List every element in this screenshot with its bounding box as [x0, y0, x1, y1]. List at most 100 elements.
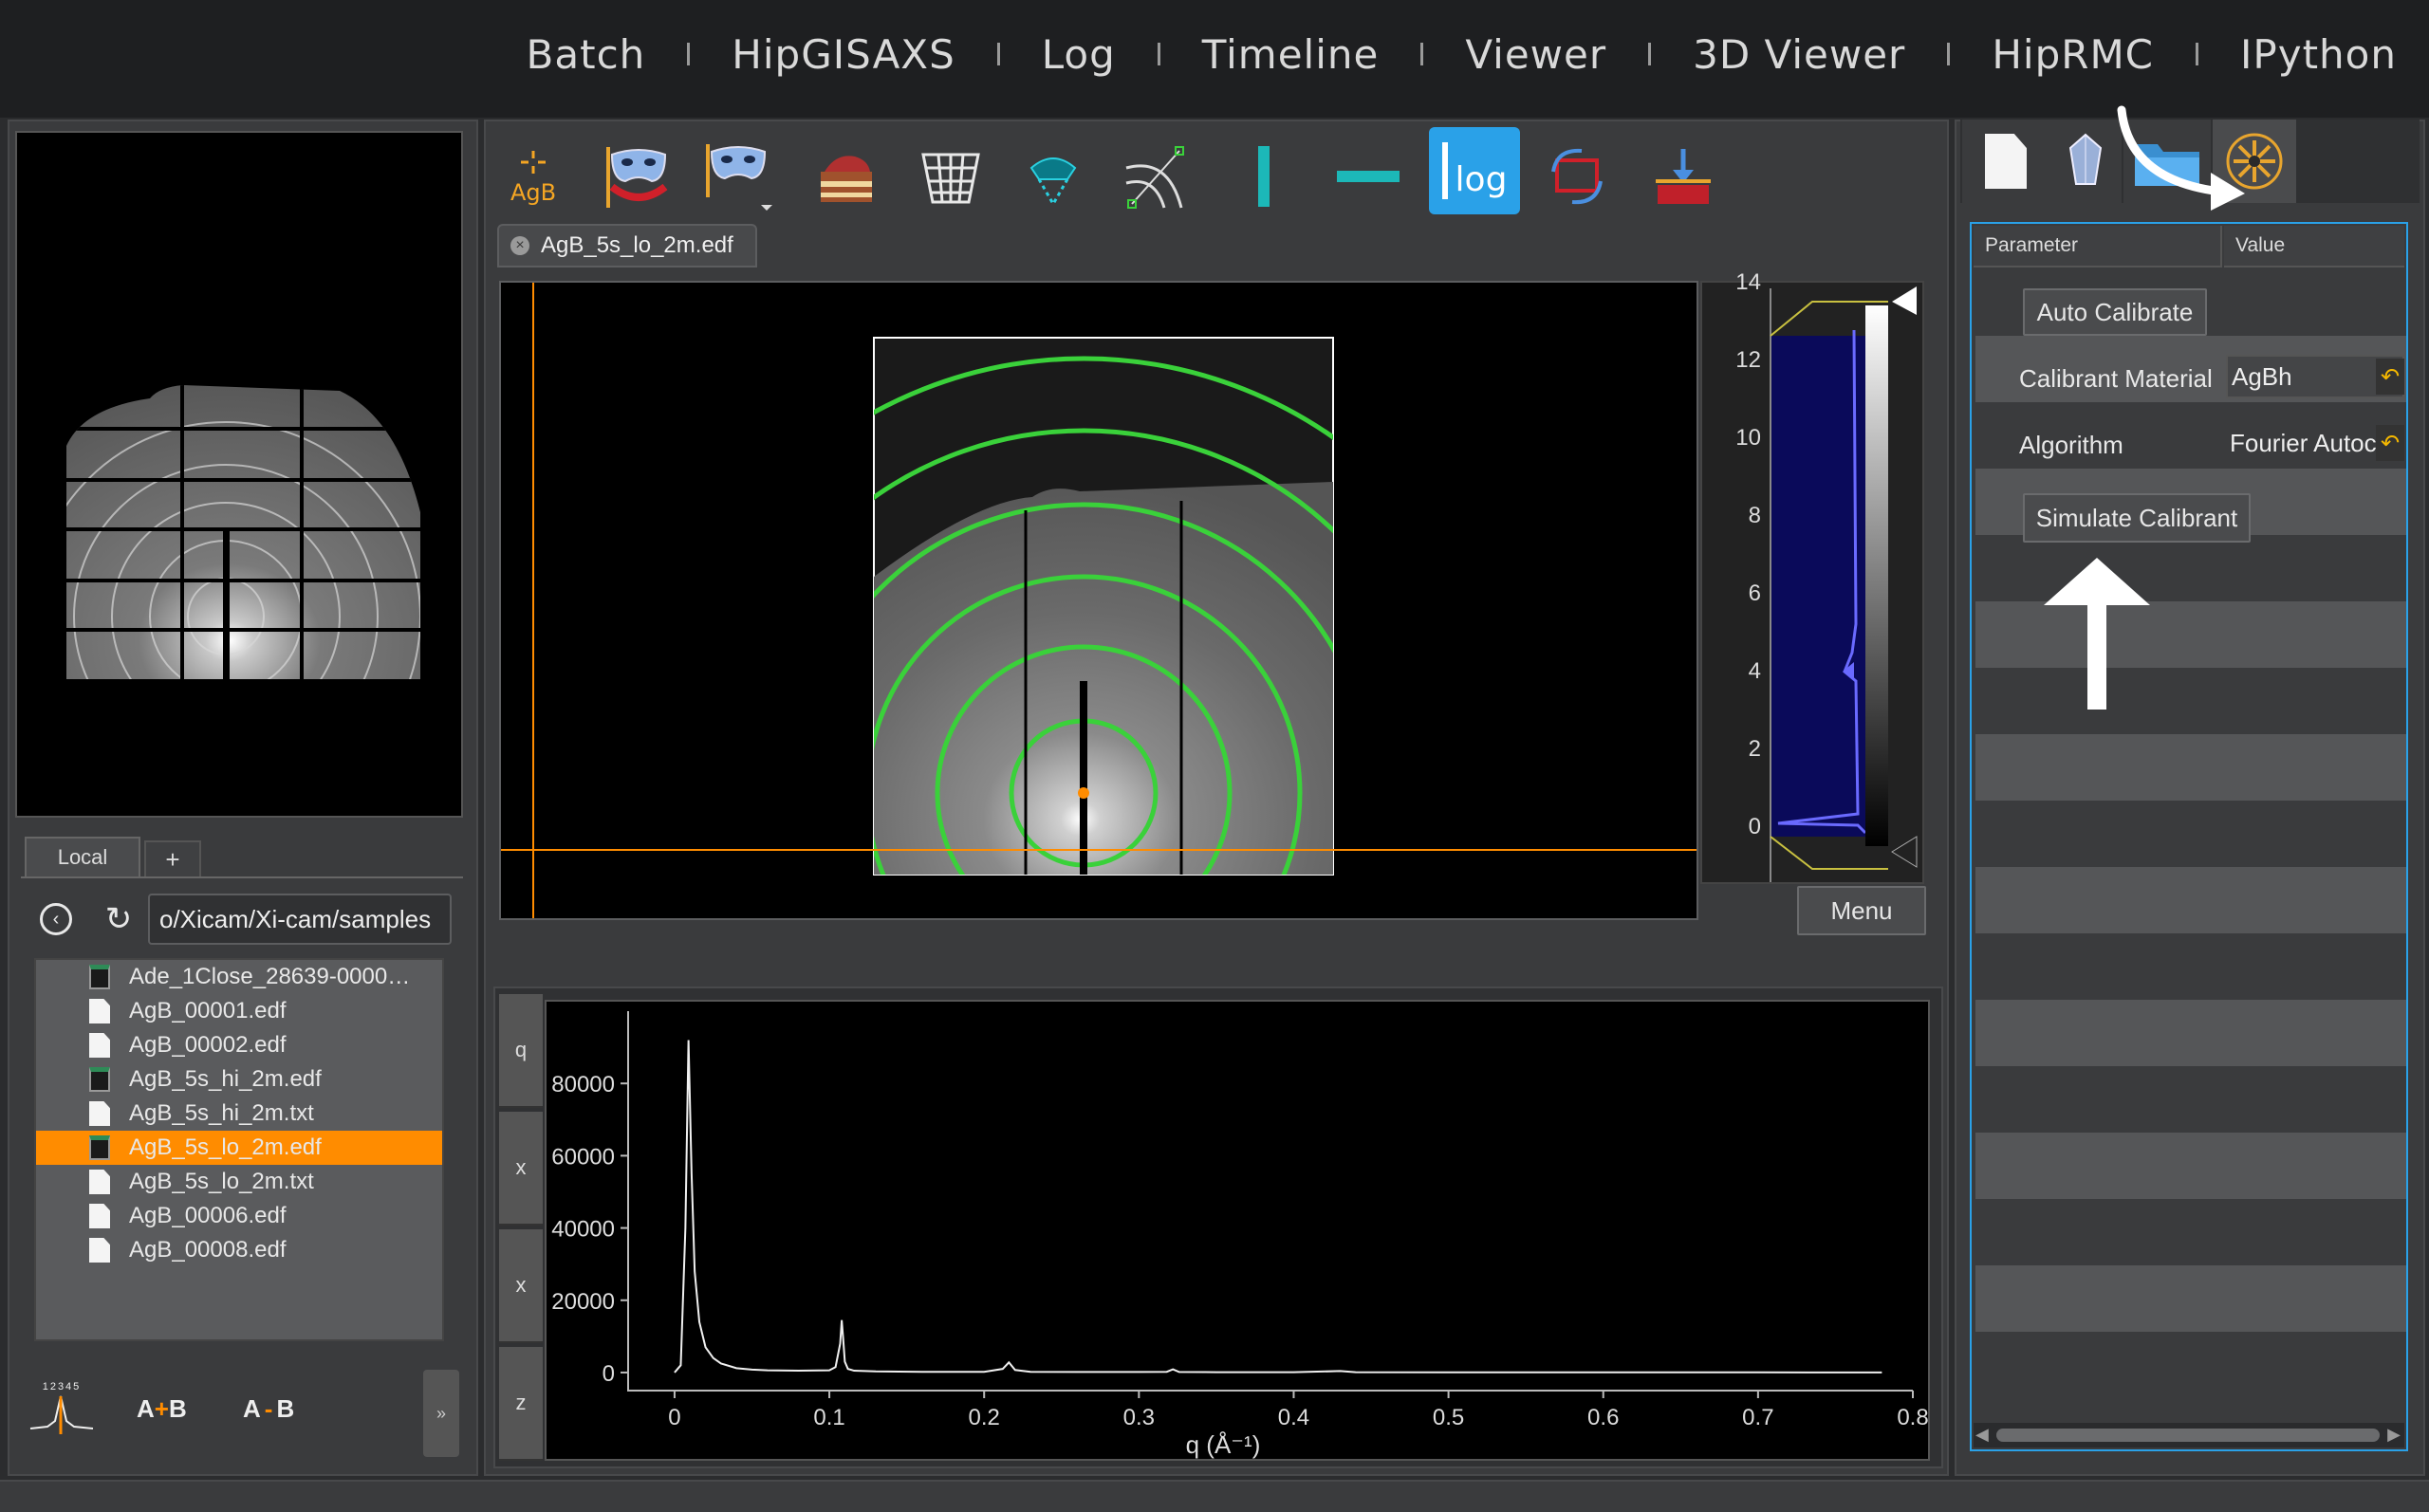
- file-item[interactable]: AgB_00008.edf: [36, 1233, 442, 1267]
- plot-mode-tab[interactable]: q: [499, 994, 543, 1108]
- nav-timeline[interactable]: Timeline: [1202, 31, 1380, 78]
- plot-mode-tab[interactable]: x: [499, 1112, 543, 1226]
- main-image-view[interactable]: [499, 281, 1698, 920]
- file-item[interactable]: AgB_5s_hi_2m.txt: [36, 1097, 442, 1131]
- nav-viewer[interactable]: Viewer: [1465, 31, 1606, 78]
- header-value[interactable]: Value: [2224, 226, 2404, 267]
- document-icon: [89, 999, 110, 1023]
- document-icon: [89, 1033, 110, 1058]
- algorithm-label: Algorithm: [2019, 431, 2123, 459]
- menu-button[interactable]: Menu: [1797, 886, 1926, 935]
- integration-tool-numbers: 12345: [42, 1381, 82, 1392]
- basket-grid-icon: [921, 153, 980, 204]
- tab-file-info[interactable]: [1962, 120, 2049, 203]
- image-file-icon: [89, 1135, 110, 1160]
- horizontal-cut-tool[interactable]: [1325, 133, 1412, 220]
- back-icon[interactable]: ‹: [40, 903, 72, 935]
- file-item[interactable]: AgB_00006.edf: [36, 1199, 442, 1233]
- histogram-tick-label: 10: [1735, 425, 1761, 451]
- export-tool[interactable]: [1640, 133, 1727, 220]
- y-tick-label: 40000: [551, 1217, 615, 1243]
- plot-mode-tab[interactable]: z: [499, 1347, 543, 1461]
- log-scale-toggle[interactable]: log: [1429, 127, 1520, 214]
- tab-local[interactable]: Local: [25, 837, 140, 876]
- file-item[interactable]: AgB_00002.edf: [36, 1028, 442, 1062]
- header-parameter[interactable]: Parameter: [1974, 226, 2222, 267]
- mask-tool[interactable]: [594, 133, 681, 220]
- tab-divider: [21, 876, 463, 878]
- plot-mode-tab[interactable]: x: [499, 1229, 543, 1343]
- integration-tool-icon[interactable]: 12345: [28, 1381, 95, 1440]
- add-images-button[interactable]: A+B: [137, 1394, 187, 1424]
- parameter-row: [1975, 801, 2406, 867]
- histogram-widget[interactable]: 14 12 10 8 6 4 2 0: [1700, 269, 1924, 884]
- histogram-tick-label: 4: [1748, 658, 1761, 684]
- transform-tool[interactable]: [1533, 133, 1621, 220]
- integration-plot[interactable]: 80000 60000 40000 20000 0 0 0.1 0.2 0.3 0.4 0.5 0.6…: [545, 1000, 1930, 1461]
- tab-add-button[interactable]: +: [144, 840, 201, 876]
- file-item[interactable]: AgB_5s_hi_2m.edf: [36, 1062, 442, 1097]
- scroll-left-icon[interactable]: ◀: [1975, 1425, 1989, 1445]
- annotation-up-arrow: [2044, 558, 2150, 710]
- file-name: AgB_00002.edf: [129, 1032, 287, 1058]
- vertical-cut-tool[interactable]: [1220, 133, 1307, 220]
- tab-document[interactable]: × AgB_5s_lo_2m.edf: [497, 224, 757, 267]
- nav-hipgisaxs[interactable]: HipGISAXS: [732, 31, 955, 78]
- image-file-icon: [89, 1067, 110, 1092]
- calibrate-agb-tool[interactable]: AgB: [490, 133, 577, 220]
- file-item[interactable]: AgB_00001.edf: [36, 994, 442, 1028]
- file-item[interactable]: AgB_5s_lo_2m.edf: [36, 1131, 442, 1165]
- arc-tool[interactable]: [1112, 133, 1199, 220]
- path-input[interactable]: o/Xicam/Xi-cam/samples: [148, 894, 452, 945]
- file-item[interactable]: AgB_5s_lo_2m.txt: [36, 1165, 442, 1199]
- parameter-row: [1975, 1066, 2406, 1133]
- download-icon: [1656, 149, 1711, 204]
- document-icon: [1985, 134, 2027, 189]
- nav-log[interactable]: Log: [1042, 31, 1116, 78]
- subtract-images-button[interactable]: A-B: [243, 1394, 294, 1424]
- x-tick-label: 0.1: [813, 1405, 844, 1430]
- close-tab-icon[interactable]: ×: [510, 236, 529, 255]
- scrollbar-thumb[interactable]: [1996, 1429, 2380, 1442]
- calibrant-material-label: Calibrant Material: [2019, 364, 2213, 393]
- file-name: AgB_5s_lo_2m.txt: [129, 1169, 314, 1194]
- subtract-images-a: A: [243, 1394, 261, 1423]
- auto-calibrate-button[interactable]: Auto Calibrate: [2023, 288, 2207, 336]
- x-tick-label: 0.4: [1278, 1405, 1309, 1430]
- scroll-right-icon[interactable]: ▶: [2387, 1425, 2401, 1445]
- reset-calibrant-icon[interactable]: ↶: [2376, 359, 2404, 395]
- roi-tool[interactable]: [1010, 133, 1097, 220]
- cake-tool[interactable]: [803, 133, 890, 220]
- histogram-tick-label: 14: [1735, 269, 1761, 295]
- parameter-row: [1975, 1199, 2406, 1265]
- reset-algorithm-icon[interactable]: ↶: [2376, 425, 2404, 461]
- file-name: AgB_00008.edf: [129, 1237, 287, 1263]
- file-name: AgB_00006.edf: [129, 1203, 287, 1228]
- x-axis-label: q (Å⁻¹): [1186, 1430, 1261, 1459]
- nav-ipython[interactable]: IPython: [2240, 31, 2397, 78]
- file-item[interactable]: Ade_1Close_28639-0000…: [36, 960, 442, 994]
- top-navigation-bar: Batch HipGISAXS Log Timeline Viewer 3D V…: [0, 0, 2429, 118]
- expand-panel-button[interactable]: »: [423, 1370, 459, 1457]
- mask-icon: [606, 147, 668, 208]
- document-icon: [89, 1170, 110, 1194]
- nav-hiprmc[interactable]: HipRMC: [1992, 31, 2154, 78]
- histogram-tick-label: 6: [1748, 581, 1761, 606]
- parameter-row: [1975, 1133, 2406, 1199]
- y-tick-label: 20000: [551, 1289, 615, 1315]
- dome-roi-icon: [1029, 157, 1077, 205]
- nav-batch[interactable]: Batch: [527, 31, 646, 78]
- document-icon: [89, 1204, 110, 1228]
- y-tick-label: 0: [603, 1361, 615, 1387]
- preview-image: [15, 131, 463, 818]
- refresh-icon[interactable]: ↻: [99, 899, 139, 939]
- histogram-tick-label: 2: [1748, 736, 1761, 762]
- mask-options-tool[interactable]: [695, 133, 782, 220]
- nav-separator: [2196, 43, 2199, 65]
- peak-icon: [29, 1395, 94, 1434]
- remesh-tool[interactable]: [907, 133, 994, 220]
- horizontal-scrollbar[interactable]: ◀ ▶: [1974, 1423, 2404, 1447]
- simulate-calibrant-button[interactable]: Simulate Calibrant: [2023, 493, 2251, 543]
- image-file-icon: [89, 965, 110, 989]
- nav-3d-viewer[interactable]: 3D Viewer: [1693, 31, 1905, 78]
